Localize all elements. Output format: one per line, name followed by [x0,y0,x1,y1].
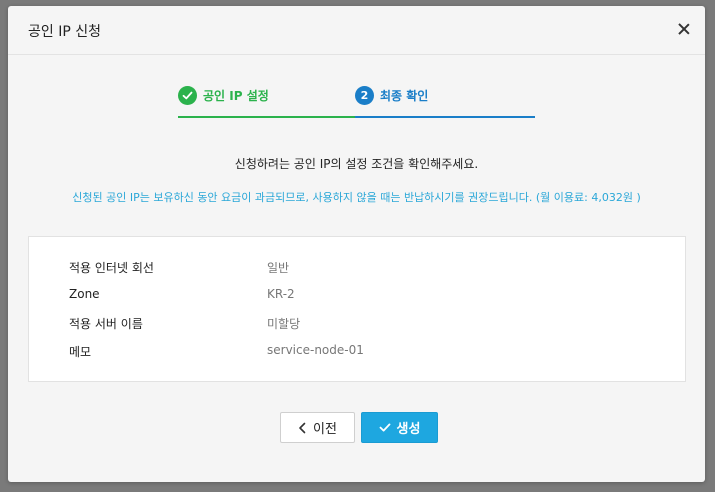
step-label: 최종 확인 [380,89,429,103]
step-label: 공인 IP 설정 [203,89,269,103]
step-ip-settings: 공인 IP 설정 [178,84,355,118]
info-label: 메모 [69,345,92,359]
info-row: 적용 서버 이름 미할당 [69,315,649,335]
info-row: 메모 service-node-01 [69,343,649,363]
notice-message: 신청된 공인 IP는 보유하신 동안 요금이 과금되므로, 사용하지 않을 때는… [72,191,641,204]
prev-button[interactable]: 이전 [280,412,355,443]
modal-dialog: 공인 IP 신청 공인 IP 설정 2 최종 확인 신청하려는 공인 IP의 설… [8,6,705,482]
confirm-message: 신청하려는 공인 IP의 설정 조건을 확인해주세요. [234,157,479,171]
step-indicator: 공인 IP 설정 2 최종 확인 [178,84,535,118]
check-icon [178,86,197,105]
create-button-label: 생성 [396,422,421,437]
info-value: service-node-01 [267,343,364,357]
info-value: KR-2 [267,287,295,301]
info-label: 적용 서버 이름 [69,317,143,331]
info-row: Zone KR-2 [69,287,649,307]
step-number: 2 [355,86,374,105]
modal-title: 공인 IP 신청 [28,24,101,40]
info-label: 적용 인터넷 회선 [69,261,154,275]
info-value: 미할당 [267,317,301,331]
chevron-left-icon [299,422,306,433]
close-icon[interactable] [677,22,691,36]
modal-header: 공인 IP 신청 [8,6,705,55]
check-icon [379,423,390,432]
info-label: Zone [69,287,100,301]
info-summary-box: 적용 인터넷 회선 일반 Zone KR-2 적용 서버 이름 미할당 메모 s… [28,236,686,382]
info-row: 적용 인터넷 회선 일반 [69,259,649,279]
info-value: 일반 [267,261,290,275]
step-final-confirm: 2 최종 확인 [355,84,535,118]
create-button[interactable]: 생성 [361,412,438,443]
prev-button-label: 이전 [313,422,337,437]
